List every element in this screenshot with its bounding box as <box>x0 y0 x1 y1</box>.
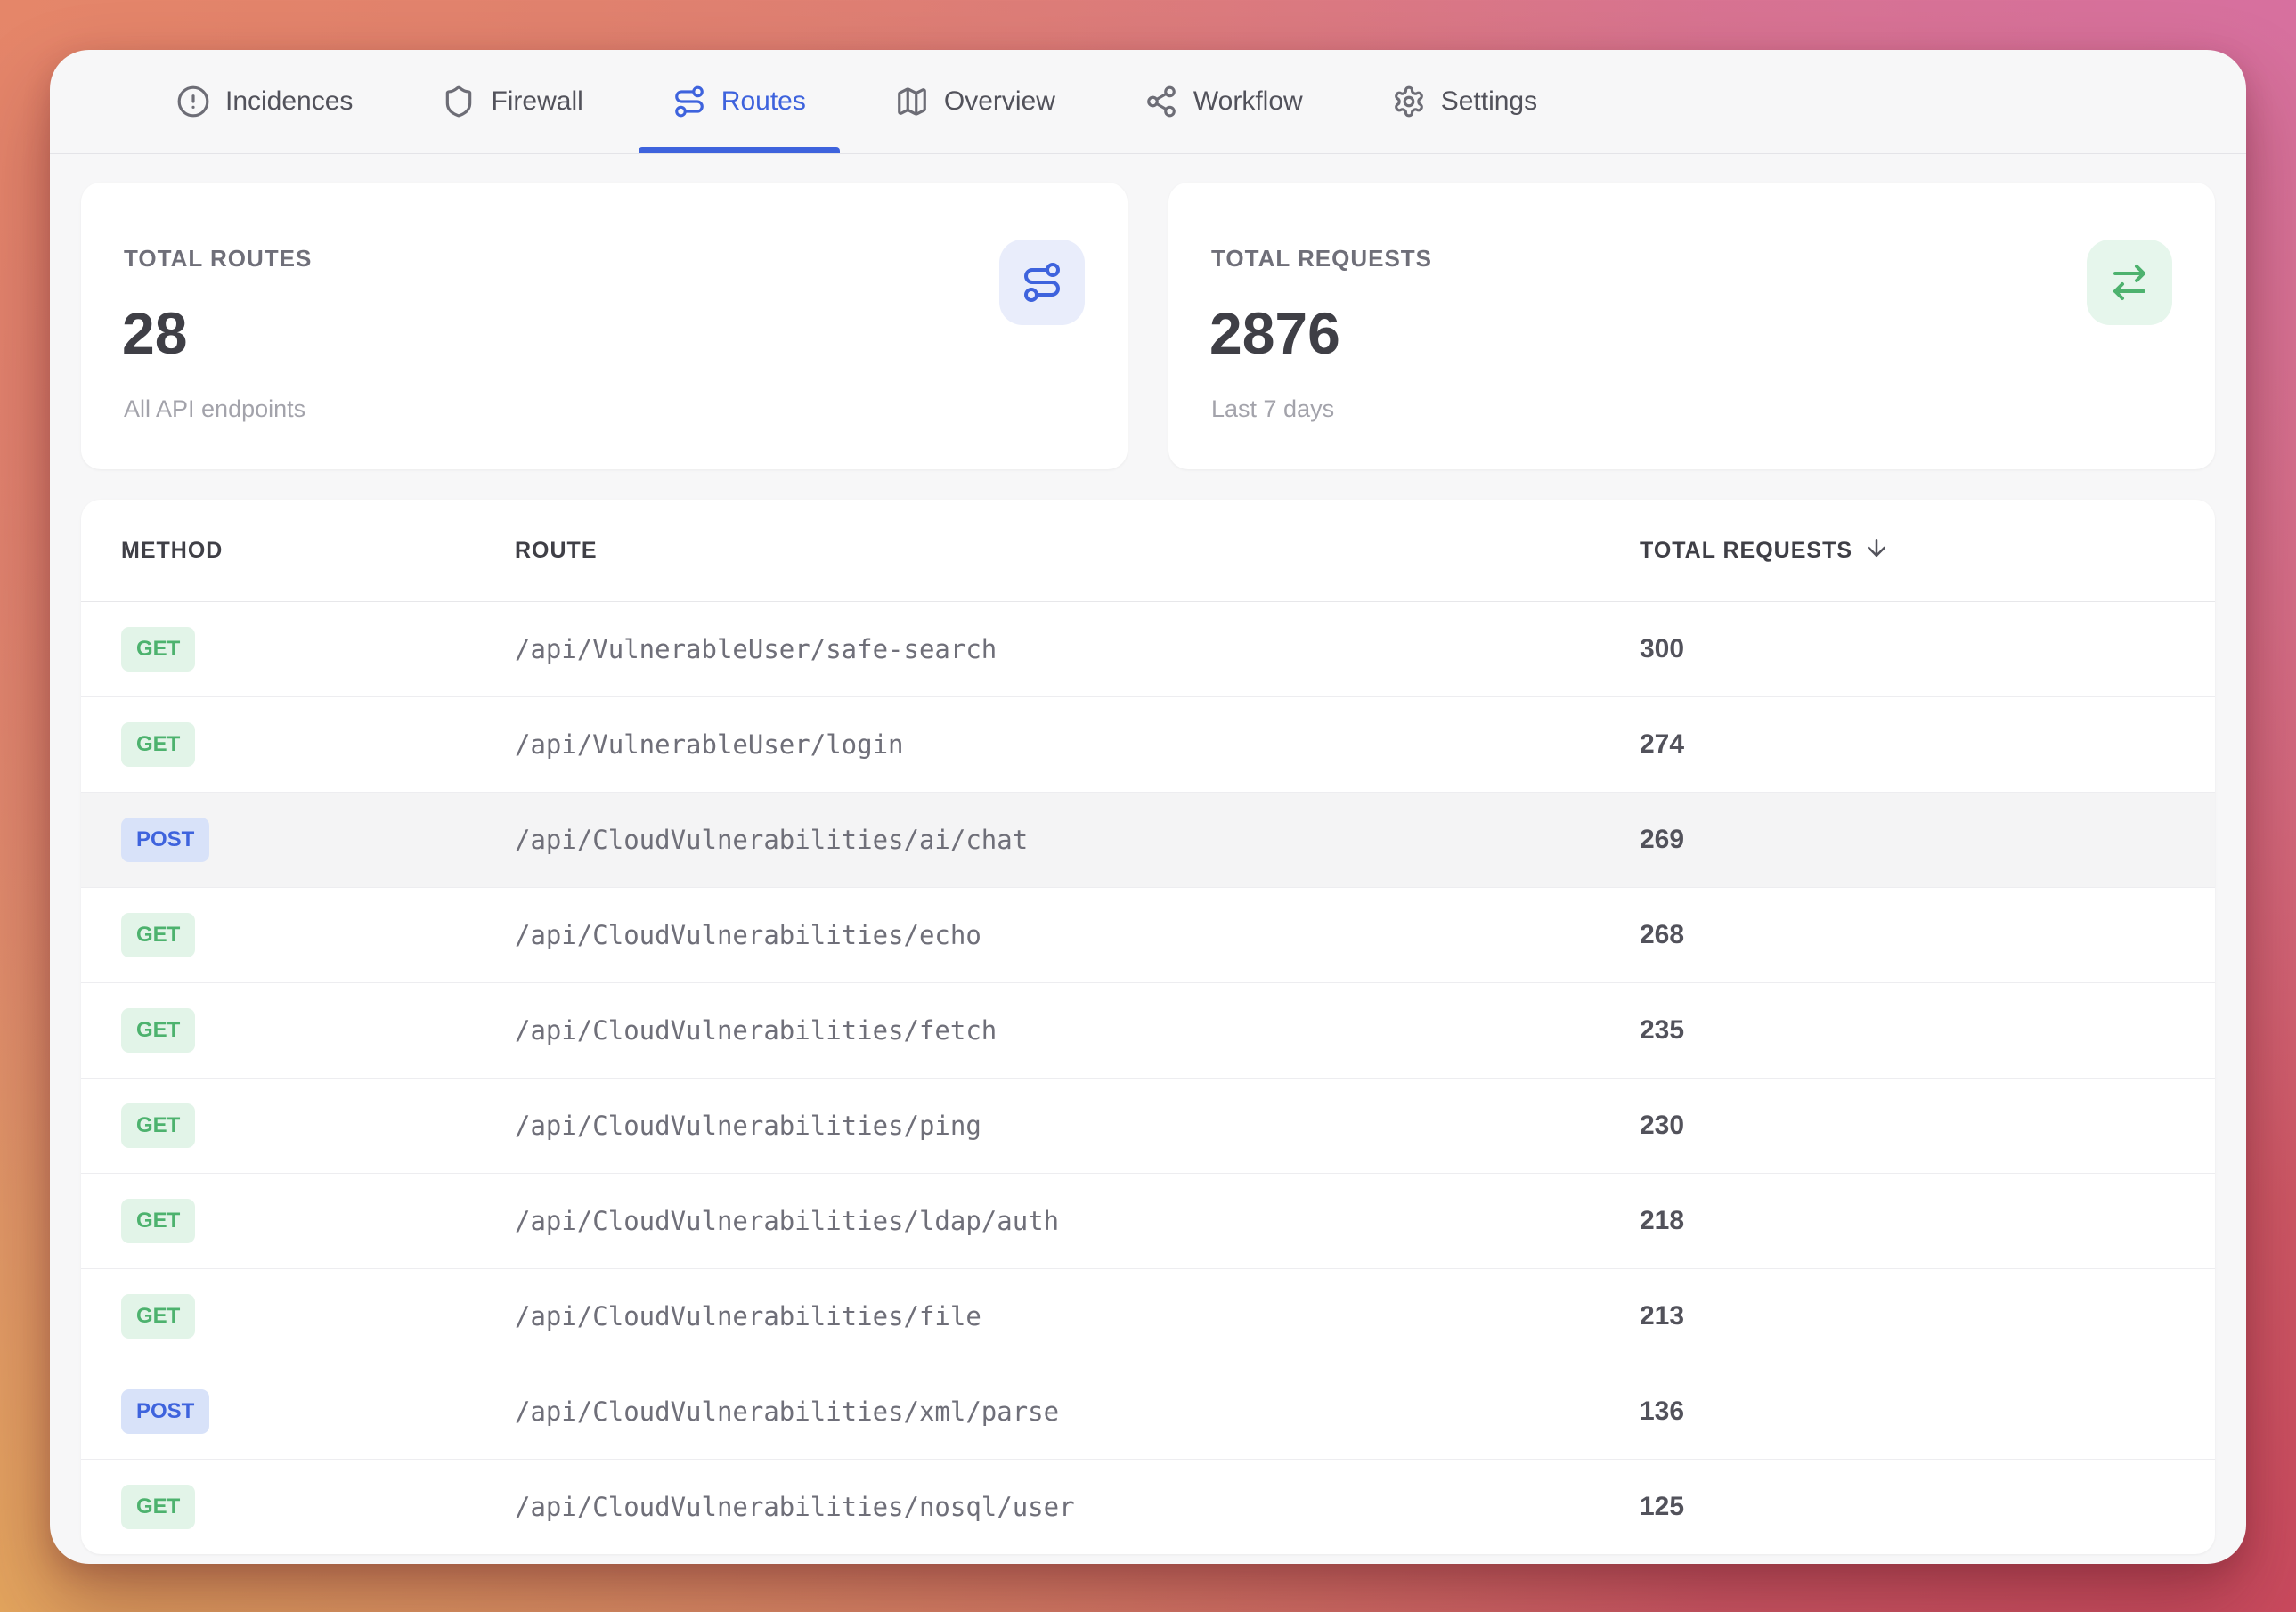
request-count: 300 <box>1640 634 2175 664</box>
table-row[interactable]: POST/api/CloudVulnerabilities/xml/parse1… <box>81 1364 2215 1460</box>
method-badge: GET <box>121 1485 195 1529</box>
column-header-method: METHOD <box>121 538 515 564</box>
table-row[interactable]: GET/api/CloudVulnerabilities/nosql/user1… <box>81 1460 2215 1554</box>
map-icon <box>895 85 929 118</box>
table-row[interactable]: GET/api/CloudVulnerabilities/fetch235 <box>81 983 2215 1079</box>
stats-row: TOTAL ROUTES 28 All API endpoints TOTAL REQ… <box>81 183 2215 469</box>
main-panel: Incidences Firewall Routes Overview Workflow… <box>50 50 2246 1564</box>
column-header-route: ROUTE <box>515 538 1640 564</box>
table-row[interactable]: GET/api/CloudVulnerabilities/ldap/auth21… <box>81 1174 2215 1269</box>
request-count: 136 <box>1640 1396 2175 1427</box>
tab-settings[interactable]: Settings <box>1358 50 1571 153</box>
method-cell: GET <box>121 627 515 672</box>
routes-table: METHOD ROUTE TOTAL REQUESTS GET/api/Vuln… <box>81 500 2215 1554</box>
route-path: /api/CloudVulnerabilities/file <box>515 1301 1640 1331</box>
request-count: 268 <box>1640 920 2175 950</box>
stat-value: 28 <box>122 299 1128 367</box>
route-path: /api/CloudVulnerabilities/echo <box>515 920 1640 950</box>
share-icon <box>1144 85 1178 118</box>
arrows-icon <box>2087 240 2172 325</box>
tab-label: Incidences <box>225 86 353 117</box>
request-count: 230 <box>1640 1111 2175 1141</box>
method-cell: GET <box>121 1294 515 1339</box>
method-badge: GET <box>121 1294 195 1339</box>
tab-label: Overview <box>944 86 1055 117</box>
tab-label: Settings <box>1441 86 1537 117</box>
stat-caption: Last 7 days <box>1211 395 2215 423</box>
request-count: 269 <box>1640 825 2175 855</box>
route-path: /api/VulnerableUser/safe-search <box>515 634 1640 664</box>
tab-routes[interactable]: Routes <box>639 50 840 153</box>
stat-label: TOTAL ROUTES <box>124 245 1128 273</box>
alert-circle-icon <box>176 85 210 118</box>
table-row[interactable]: GET/api/CloudVulnerabilities/file213 <box>81 1269 2215 1364</box>
method-badge: POST <box>121 818 209 862</box>
table-row[interactable]: GET/api/VulnerableUser/login274 <box>81 697 2215 793</box>
tab-label: Firewall <box>491 86 582 117</box>
request-count: 274 <box>1640 729 2175 760</box>
method-badge: GET <box>121 722 195 767</box>
table-row[interactable]: POST/api/CloudVulnerabilities/ai/chat269 <box>81 793 2215 888</box>
route-path: /api/CloudVulnerabilities/ldap/auth <box>515 1206 1640 1236</box>
route-path: /api/CloudVulnerabilities/fetch <box>515 1015 1640 1046</box>
stat-card-total-routes: TOTAL ROUTES 28 All API endpoints <box>81 183 1128 469</box>
tab-bar: Incidences Firewall Routes Overview Workflow… <box>50 50 2246 154</box>
route-path: /api/CloudVulnerabilities/xml/parse <box>515 1396 1640 1427</box>
stat-card-total-requests: TOTAL REQUESTS 2876 Last 7 days <box>1168 183 2215 469</box>
method-badge: GET <box>121 1008 195 1053</box>
method-cell: GET <box>121 1485 515 1529</box>
tab-incidences[interactable]: Incidences <box>142 50 387 153</box>
route-path: /api/CloudVulnerabilities/ping <box>515 1111 1640 1141</box>
column-header-total-requests-label: TOTAL REQUESTS <box>1640 538 1852 564</box>
method-badge: GET <box>121 913 195 957</box>
route-path: /api/CloudVulnerabilities/nosql/user <box>515 1492 1640 1522</box>
column-header-total-requests[interactable]: TOTAL REQUESTS <box>1640 534 2175 567</box>
request-count: 235 <box>1640 1015 2175 1046</box>
table-body: GET/api/VulnerableUser/safe-search300GET… <box>81 602 2215 1554</box>
route-path: /api/CloudVulnerabilities/ai/chat <box>515 825 1640 855</box>
method-cell: POST <box>121 1389 515 1434</box>
tab-label: Routes <box>721 86 806 117</box>
method-badge: GET <box>121 1103 195 1148</box>
stat-value: 2876 <box>1209 299 2215 367</box>
request-count: 218 <box>1640 1206 2175 1236</box>
column-header-route-label: ROUTE <box>515 538 598 564</box>
tab-overview[interactable]: Overview <box>861 50 1089 153</box>
column-header-method-label: METHOD <box>121 538 223 564</box>
content-area: TOTAL ROUTES 28 All API endpoints TOTAL REQ… <box>50 154 2246 1554</box>
route-icon <box>999 240 1085 325</box>
route-path: /api/VulnerableUser/login <box>515 729 1640 760</box>
route-icon <box>672 85 706 118</box>
shield-icon <box>442 85 476 118</box>
table-row[interactable]: GET/api/CloudVulnerabilities/echo268 <box>81 888 2215 983</box>
table-row[interactable]: GET/api/CloudVulnerabilities/ping230 <box>81 1079 2215 1174</box>
method-badge: GET <box>121 1199 195 1243</box>
request-count: 213 <box>1640 1301 2175 1331</box>
tab-workflow[interactable]: Workflow <box>1111 50 1337 153</box>
method-badge: GET <box>121 627 195 672</box>
table-row[interactable]: GET/api/VulnerableUser/safe-search300 <box>81 602 2215 697</box>
tab-label: Workflow <box>1193 86 1303 117</box>
method-cell: GET <box>121 1103 515 1148</box>
method-cell: GET <box>121 1008 515 1053</box>
sort-descending-icon <box>1863 534 1890 567</box>
stat-caption: All API endpoints <box>124 395 1128 423</box>
method-cell: POST <box>121 818 515 862</box>
method-cell: GET <box>121 913 515 957</box>
stat-label: TOTAL REQUESTS <box>1211 245 2215 273</box>
table-header-row: METHOD ROUTE TOTAL REQUESTS <box>81 500 2215 602</box>
tab-firewall[interactable]: Firewall <box>408 50 616 153</box>
request-count: 125 <box>1640 1492 2175 1522</box>
gear-icon <box>1392 85 1426 118</box>
method-cell: GET <box>121 1199 515 1243</box>
method-cell: GET <box>121 722 515 767</box>
method-badge: POST <box>121 1389 209 1434</box>
